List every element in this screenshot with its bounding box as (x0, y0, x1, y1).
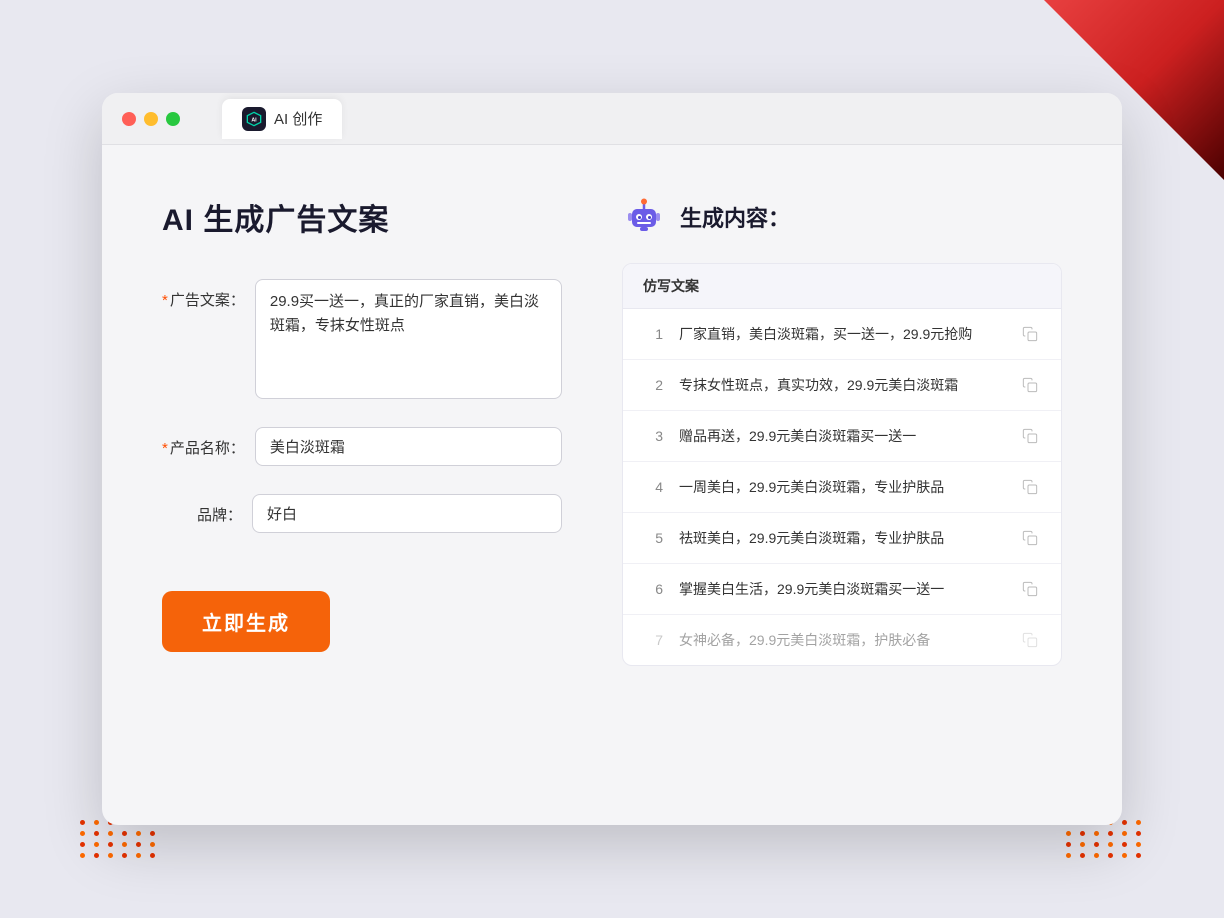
item-number: 4 (643, 479, 663, 495)
item-text: 掌握美白生活，29.9元美白淡斑霜买一送一 (679, 579, 1003, 600)
table-row: 6 掌握美白生活，29.9元美白淡斑霜买一送一 (623, 564, 1061, 615)
robot-icon (622, 195, 666, 239)
item-number: 1 (643, 326, 663, 342)
item-number: 3 (643, 428, 663, 444)
table-row: 7 女神必备，29.9元美白淡斑霜，护肤必备 (623, 615, 1061, 665)
table-row: 5 祛斑美白，29.9元美白淡斑霜，专业护肤品 (623, 513, 1061, 564)
bg-dots-right (1066, 820, 1144, 858)
item-text: 女神必备，29.9元美白淡斑霜，护肤必备 (679, 630, 1003, 651)
brand-input[interactable] (252, 494, 562, 533)
item-number: 5 (643, 530, 663, 546)
form-row-brand: 品牌： (162, 494, 562, 533)
tab-title: AI 创作 (274, 108, 322, 129)
item-text: 厂家直销，美白淡斑霜，买一送一，29.9元抢购 (679, 324, 1003, 345)
table-row: 2 专抹女性斑点，真实功效，29.9元美白淡斑霜 (623, 360, 1061, 411)
item-text: 祛斑美白，29.9元美白淡斑霜，专业护肤品 (679, 528, 1003, 549)
product-name-label: *产品名称： (162, 427, 245, 458)
main-content: AI 生成广告文案 *广告文案： 29.9买一送一，真正的厂家直销，美白淡斑霜，… (102, 145, 1122, 825)
item-text: 赠品再送，29.9元美白淡斑霜买一送一 (679, 426, 1003, 447)
result-title: 生成内容： (680, 201, 790, 233)
result-items-container: 1 厂家直销，美白淡斑霜，买一送一，29.9元抢购 2 专抹女性斑点，真实功效，29.… (623, 309, 1061, 665)
table-row: 4 一周美白，29.9元美白淡斑霜，专业护肤品 (623, 462, 1061, 513)
required-star-ad: * (162, 292, 168, 309)
copy-icon[interactable] (1019, 374, 1041, 396)
item-number: 7 (643, 632, 663, 648)
page-title: AI 生成广告文案 (162, 195, 562, 239)
result-header: 生成内容： (622, 195, 1062, 239)
table-header: 仿写文案 (623, 264, 1061, 309)
copy-icon[interactable] (1019, 578, 1041, 600)
right-panel: 生成内容： 仿写文案 1 厂家直销，美白淡斑霜，买一送一，29.9元抢购 2 专抹女性… (622, 195, 1062, 775)
ad-copy-label: *广告文案： (162, 279, 245, 310)
browser-tab[interactable]: AI AI 创作 (222, 99, 342, 139)
traffic-light-minimize[interactable] (144, 112, 158, 126)
item-number: 6 (643, 581, 663, 597)
copy-icon[interactable] (1019, 476, 1041, 498)
copy-icon[interactable] (1019, 425, 1041, 447)
form-row-ad-copy: *广告文案： 29.9买一送一，真正的厂家直销，美白淡斑霜，专抹女性斑点 (162, 279, 562, 399)
title-bar: AI AI 创作 (102, 93, 1122, 145)
traffic-light-maximize[interactable] (166, 112, 180, 126)
traffic-light-close[interactable] (122, 112, 136, 126)
browser-window: AI AI 创作 AI 生成广告文案 *广告文案： 29.9买一送一，真正的厂家… (102, 93, 1122, 825)
table-row: 1 厂家直销，美白淡斑霜，买一送一，29.9元抢购 (623, 309, 1061, 360)
tab-ai-icon: AI (242, 107, 266, 131)
ad-copy-input[interactable]: 29.9买一送一，真正的厂家直销，美白淡斑霜，专抹女性斑点 (255, 279, 562, 399)
result-table: 仿写文案 1 厂家直销，美白淡斑霜，买一送一，29.9元抢购 2 专抹女性斑点，真实功… (622, 263, 1062, 666)
form-row-product-name: *产品名称： (162, 427, 562, 466)
brand-label: 品牌： (162, 494, 242, 525)
copy-icon[interactable] (1019, 629, 1041, 651)
left-panel: AI 生成广告文案 *广告文案： 29.9买一送一，真正的厂家直销，美白淡斑霜，… (162, 195, 562, 775)
traffic-lights (122, 112, 180, 126)
table-row: 3 赠品再送，29.9元美白淡斑霜买一送一 (623, 411, 1061, 462)
product-name-input[interactable] (255, 427, 562, 466)
copy-icon[interactable] (1019, 323, 1041, 345)
bg-dots-left (80, 820, 158, 858)
generate-button[interactable]: 立即生成 (162, 591, 330, 652)
item-text: 专抹女性斑点，真实功效，29.9元美白淡斑霜 (679, 375, 1003, 396)
svg-text:AI: AI (251, 117, 257, 123)
item-text: 一周美白，29.9元美白淡斑霜，专业护肤品 (679, 477, 1003, 498)
copy-icon[interactable] (1019, 527, 1041, 549)
required-star-product: * (162, 440, 168, 457)
item-number: 2 (643, 377, 663, 393)
